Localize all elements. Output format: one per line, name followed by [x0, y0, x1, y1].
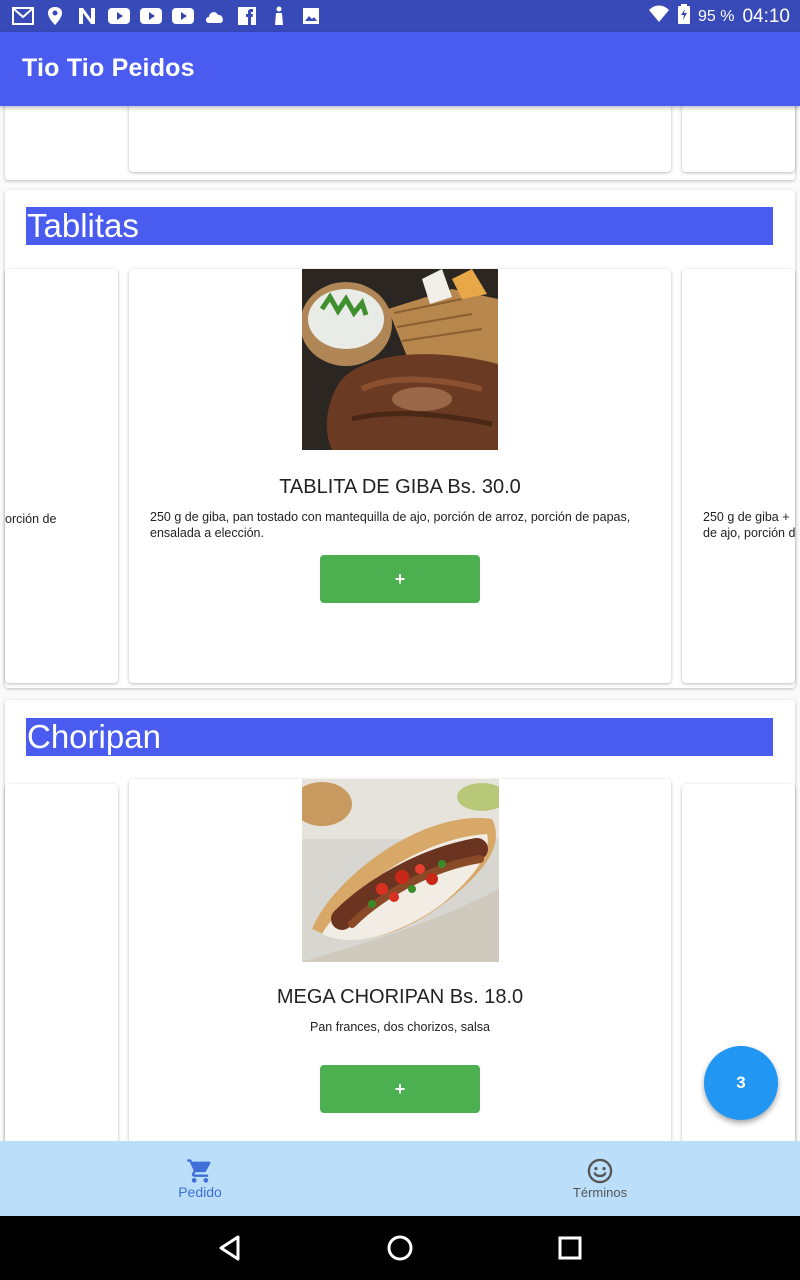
- product-card[interactable]: [129, 106, 671, 172]
- youtube-icon: [108, 5, 130, 27]
- product-description: 250 g de giba, pan tostado con mantequil…: [150, 510, 631, 540]
- back-icon[interactable]: [214, 1232, 246, 1264]
- news-icon: [76, 5, 98, 27]
- battery-percent: 95 %: [697, 7, 735, 25]
- system-navigation-bar: [0, 1216, 800, 1280]
- battery-icon: [677, 4, 690, 29]
- wifi-icon: [648, 5, 670, 28]
- product-card[interactable]: TABLITA DE GIBA Bs. 30.0 250 g de giba, …: [129, 269, 671, 683]
- cart-icon: [186, 1157, 214, 1185]
- bottom-navigation: Pedido Términos: [0, 1141, 800, 1216]
- notification-icons: [12, 5, 322, 27]
- youtube-icon: [140, 5, 162, 27]
- card-description: 250 g de giba +: [703, 510, 790, 524]
- figure-icon: [268, 5, 290, 27]
- image-icon: [300, 5, 322, 27]
- menu-content[interactable]: Tablitas orción de TABLITA DE GIBA Bs. 3…: [0, 106, 800, 1141]
- card-description: orción de: [5, 512, 57, 526]
- cloud-icon: [204, 5, 226, 27]
- nav-label: Términos: [572, 1185, 628, 1200]
- category-section-tablitas: Tablitas orción de TABLITA DE GIBA Bs. 3…: [5, 190, 795, 688]
- previous-section: [5, 106, 795, 180]
- product-card-peek-right[interactable]: 250 g de giba + de ajo, porción d: [682, 269, 795, 683]
- product-description: Pan frances, dos chorizos, salsa: [310, 1020, 490, 1034]
- cart-count-fab[interactable]: 3: [704, 1046, 778, 1120]
- product-card-peek-left[interactable]: orción de: [5, 269, 118, 683]
- product-image: [292, 779, 507, 962]
- youtube-icon: [172, 5, 194, 27]
- product-image: [300, 269, 498, 450]
- add-to-order-button[interactable]: +: [320, 555, 480, 603]
- product-card-peek-right[interactable]: [682, 106, 795, 172]
- category-header: Tablitas: [26, 207, 773, 245]
- gmail-icon: [12, 5, 34, 27]
- product-title: TABLITA DE GIBA Bs. 30.0: [279, 476, 521, 498]
- clock: 04:10: [742, 5, 790, 27]
- nav-item-pedido[interactable]: Pedido: [100, 1141, 300, 1216]
- add-to-order-button[interactable]: +: [320, 1065, 480, 1113]
- facebook-icon: [236, 5, 258, 27]
- nav-item-terminos[interactable]: Términos: [500, 1141, 700, 1216]
- category-header: Choripan: [26, 718, 773, 756]
- product-card-peek-left[interactable]: [5, 784, 118, 1141]
- recents-icon[interactable]: [554, 1232, 586, 1264]
- home-icon[interactable]: [384, 1232, 416, 1264]
- app-bar: Tio Tio Peidos: [0, 32, 800, 106]
- product-card[interactable]: MEGA CHORIPAN Bs. 18.0 Pan frances, dos …: [129, 779, 671, 1141]
- status-bar: 95 % 04:10: [0, 0, 800, 32]
- nav-label: Pedido: [178, 1184, 222, 1200]
- category-section-choripan: Choripan MEGA CHORIPAN Bs. 18.0 Pan fran…: [5, 700, 795, 1141]
- product-title: MEGA CHORIPAN Bs. 18.0: [276, 986, 524, 1008]
- smiley-icon: [586, 1157, 614, 1185]
- card-description: de ajo, porción d: [703, 526, 795, 540]
- app-title: Tio Tio Peidos: [22, 54, 195, 82]
- maps-icon: [44, 5, 66, 27]
